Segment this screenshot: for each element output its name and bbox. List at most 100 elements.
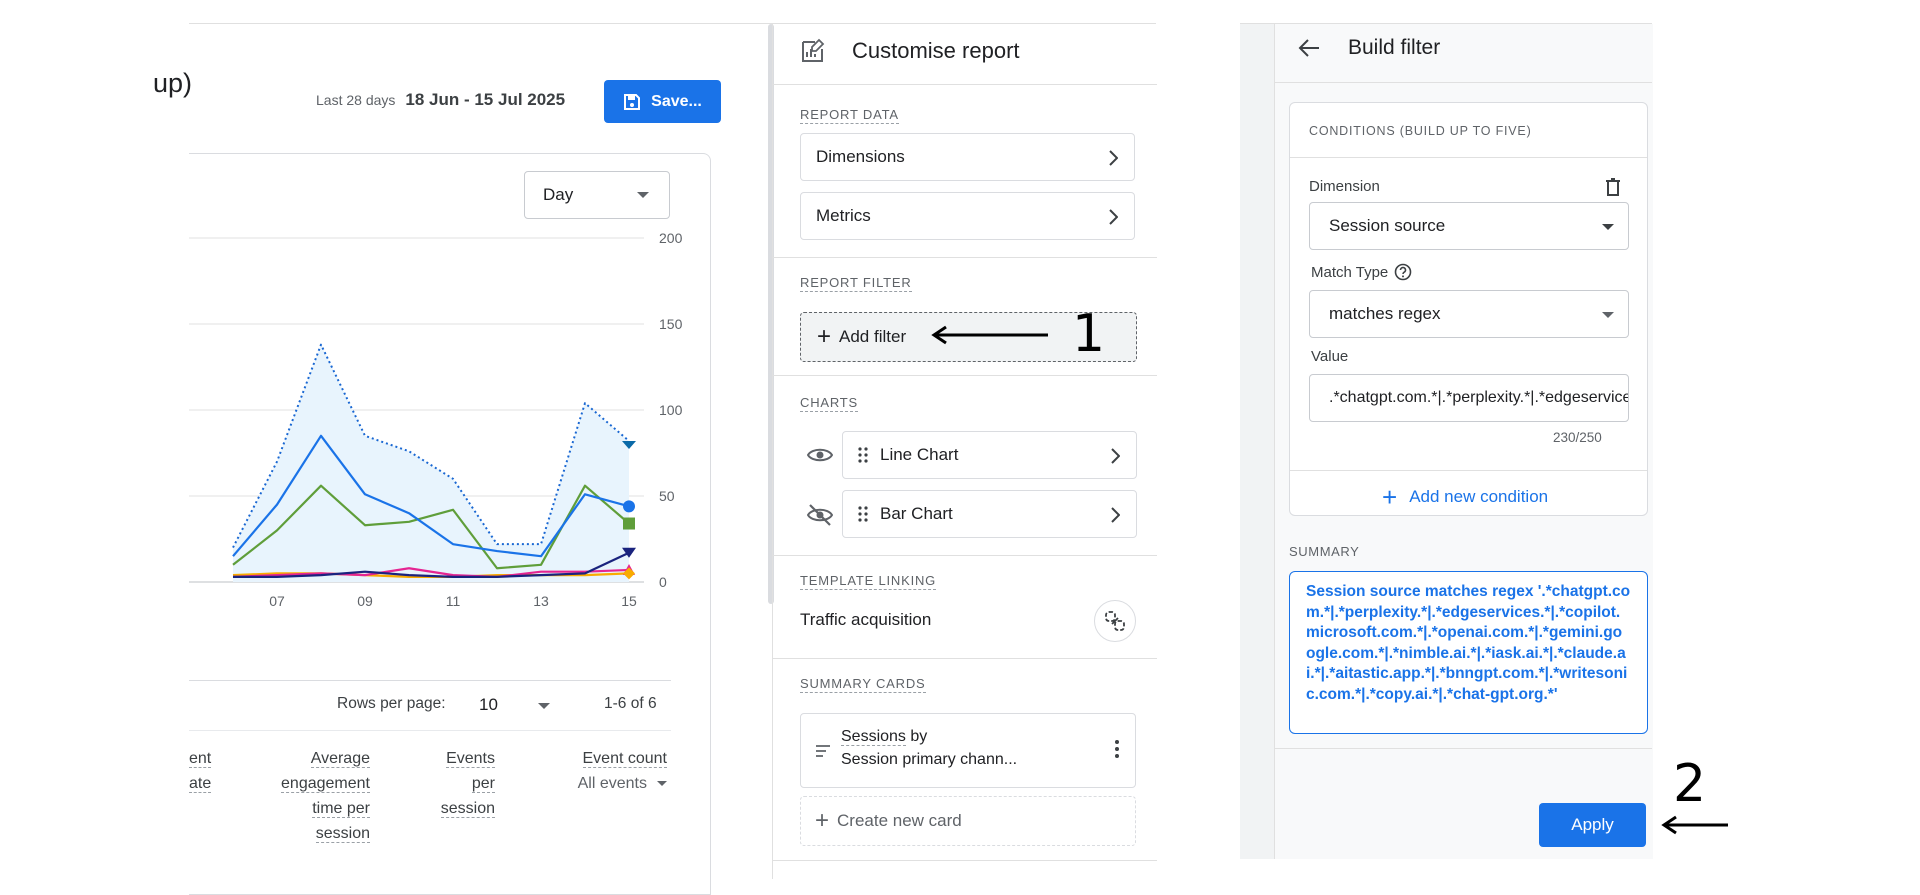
divider: [772, 658, 1157, 659]
chevron-right-icon: [1111, 448, 1120, 464]
metrics-row[interactable]: Metrics: [800, 192, 1135, 240]
dropdown-caret-icon: [637, 192, 649, 198]
customise-title: Customise report: [852, 38, 1020, 63]
event-filter-select[interactable]: All events: [530, 771, 667, 796]
summary-card[interactable]: Sessions by Session primary chann...: [800, 713, 1136, 788]
apply-label: Apply: [1571, 815, 1614, 834]
rows-caret-icon[interactable]: [538, 703, 550, 709]
create-new-card-button[interactable]: + Create new card: [800, 796, 1136, 846]
column-header-events-per-session[interactable]: Events per session: [395, 746, 495, 821]
series-end-marker: [623, 500, 635, 513]
column-header-line: session: [315, 825, 370, 843]
divider: [1290, 157, 1647, 158]
customise-header: Customise report: [800, 38, 1020, 64]
plus-icon: +: [1382, 482, 1398, 512]
divider: [772, 375, 1157, 376]
y-tick-label: 200: [659, 230, 683, 246]
y-tick-label: 0: [659, 574, 667, 590]
help-icon[interactable]: [1394, 263, 1412, 281]
annotation-step-1: 1: [1072, 304, 1106, 364]
x-tick-label: 11: [446, 593, 461, 609]
drag-handle-icon[interactable]: [858, 447, 868, 463]
build-filter-header: Build filter: [1298, 36, 1440, 60]
line-chart: 200 150 100 50 0 07 09 11 13 15: [189, 230, 683, 609]
card-dimension: Session primary chann...: [841, 751, 1018, 768]
report-data-label: REPORT DATA: [800, 107, 899, 124]
eye-off-icon[interactable]: [807, 504, 833, 526]
x-tick-label: 09: [357, 593, 373, 609]
report-filter-label: REPORT FILTER: [800, 275, 912, 292]
save-button[interactable]: Save...: [604, 80, 721, 123]
column-header-avg-engagement[interactable]: Average engagement time per session: [240, 746, 370, 846]
character-count: 230/250: [1553, 430, 1602, 445]
chevron-right-icon: [1111, 507, 1120, 523]
divider: [772, 257, 1157, 258]
line-chart-label: Line Chart: [880, 445, 959, 464]
delete-icon[interactable]: [1605, 178, 1621, 196]
dimension-select[interactable]: Session source: [1309, 202, 1629, 250]
date-range-value: 18 Jun - 15 Jul 2025: [405, 90, 566, 109]
pagination-count: 1-6 of 6: [604, 695, 657, 712]
annotation-arrow-left: [931, 325, 1048, 345]
dropdown-caret-icon: [1602, 312, 1614, 318]
apply-button[interactable]: Apply: [1539, 803, 1646, 847]
divider: [1274, 82, 1652, 83]
date-range-picker[interactable]: Last 28 days 18 Jun - 15 Jul 2025: [316, 90, 565, 110]
dropdown-caret-icon: [1602, 224, 1614, 230]
y-tick-label: 150: [659, 316, 683, 332]
granularity-value: Day: [543, 185, 574, 204]
divider: [1290, 470, 1647, 471]
save-icon: [624, 93, 641, 110]
bar-chart-label: Bar Chart: [880, 504, 953, 523]
granularity-select[interactable]: Day: [524, 171, 670, 219]
chevron-right-icon: [1109, 209, 1118, 225]
panel-edge: [1240, 24, 1275, 859]
dimensions-label: Dimensions: [816, 147, 905, 166]
dropdown-caret-icon: [657, 781, 667, 787]
match-type-select[interactable]: matches regex: [1309, 290, 1629, 338]
dimension-label: Dimension: [1309, 178, 1380, 195]
drag-handle-icon[interactable]: [858, 506, 868, 522]
build-filter-title: Build filter: [1348, 36, 1441, 59]
metrics-label: Metrics: [816, 206, 871, 225]
match-type-label-row: Match Type: [1311, 263, 1412, 281]
x-tick-label: 13: [533, 593, 549, 609]
template-name: Traffic acquisition: [800, 610, 932, 629]
divider: [1274, 748, 1652, 749]
column-header-line: time per: [312, 800, 370, 818]
conditions-label: CONDITIONS (BUILD UP TO FIVE): [1309, 124, 1532, 138]
filter-summary: Session source matches regex '.*chatgpt.…: [1289, 571, 1648, 734]
value-input[interactable]: .*chatgpt.com.*|.*perplexity.*|.*edgeser…: [1309, 374, 1629, 422]
y-tick-label: 50: [659, 488, 675, 504]
eye-icon[interactable]: [807, 446, 833, 464]
annotation-arrow-left: [1661, 815, 1728, 835]
divider: [772, 860, 1157, 861]
rows-per-page-select[interactable]: 10: [479, 695, 498, 715]
divider: [772, 84, 1157, 85]
rows-per-page-label: Rows per page:: [337, 695, 446, 712]
plus-icon: +: [815, 807, 830, 834]
column-header-line: session: [440, 800, 495, 818]
bar-chart-row[interactable]: Bar Chart: [842, 490, 1137, 538]
annotation-step-2: 2: [1673, 754, 1707, 814]
more-vert-icon[interactable]: [1115, 740, 1119, 758]
link-off-icon: [1105, 611, 1125, 631]
unlink-template-button[interactable]: [1094, 600, 1136, 642]
template-linking-label: TEMPLATE LINKING: [800, 573, 937, 590]
back-arrow-icon[interactable]: [1298, 38, 1320, 58]
column-header-event-count[interactable]: Event count All events: [530, 746, 667, 796]
column-header-line: Average: [310, 750, 370, 768]
add-new-condition-button[interactable]: + Add new condition: [1382, 484, 1548, 510]
series-end-marker: [623, 517, 635, 530]
column-header-line: Events: [446, 750, 495, 768]
summary-label: SUMMARY: [1289, 544, 1360, 559]
column-header-partial[interactable]: ent ate: [189, 746, 212, 796]
dimensions-row[interactable]: Dimensions: [800, 133, 1135, 181]
line-chart-row[interactable]: Line Chart: [842, 431, 1137, 479]
area-fill: [233, 344, 629, 582]
dimension-value: Session source: [1329, 216, 1446, 235]
date-preset-label: Last 28 days: [316, 92, 396, 108]
match-type-value: matches regex: [1329, 304, 1441, 323]
card-metric: Sessions: [841, 728, 906, 746]
x-tick-label: 15: [621, 593, 637, 609]
